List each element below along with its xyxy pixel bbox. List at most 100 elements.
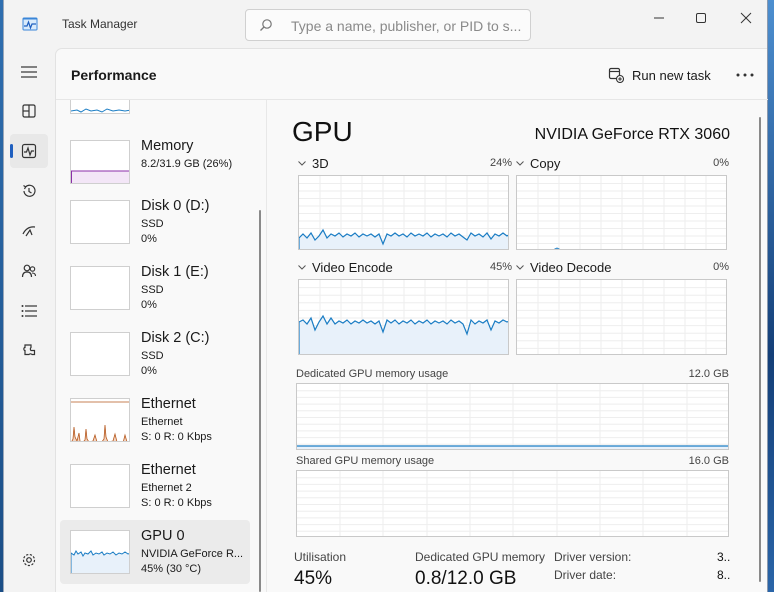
gpu-detail-panel: GPU NVIDIA GeForce RTX 3060 3D 24% Copy … xyxy=(267,100,768,592)
engine-selector-3d[interactable]: 3D xyxy=(298,156,329,171)
performance-icon xyxy=(21,143,37,159)
device-type: SSD xyxy=(141,350,164,362)
device-name: GPU 0 xyxy=(141,528,185,544)
minimize-button[interactable] xyxy=(636,8,682,28)
settings-icon xyxy=(22,553,36,567)
device-item-ethernet[interactable]: Ethernet Ethernet S: 0 R: 0 Kbps xyxy=(60,394,250,456)
more-options-icon xyxy=(736,73,754,77)
nav-services[interactable] xyxy=(10,334,48,368)
device-name: Disk 2 (C:) xyxy=(141,330,210,346)
device-name: Disk 1 (E:) xyxy=(141,264,209,280)
startup-apps-icon xyxy=(22,226,36,237)
engine-name: 3D xyxy=(312,156,329,171)
chevron-down-icon xyxy=(298,265,306,270)
services-icon xyxy=(23,344,36,356)
task-manager-window: Task Manager Type a name, publisher, or … xyxy=(3,0,768,592)
device-list-scrollbar[interactable] xyxy=(259,210,261,592)
maximize-icon xyxy=(696,13,706,23)
hamburger-icon xyxy=(21,66,37,78)
device-item-disk-0[interactable]: Disk 0 (D:) SSD 0% xyxy=(60,196,250,258)
device-item-disk-1[interactable]: Disk 1 (E:) SSD 0% xyxy=(60,262,250,324)
device-thumbnail xyxy=(70,200,130,244)
shared-memory-max: 16.0 GB xyxy=(688,455,729,467)
maximize-button[interactable] xyxy=(678,8,724,28)
dedicated-memory-label: Dedicated GPU memory usage xyxy=(296,368,449,380)
engine-graph-3d xyxy=(298,175,509,250)
run-new-task-icon xyxy=(608,67,624,83)
nav-processes[interactable] xyxy=(10,94,48,128)
device-thumbnail xyxy=(70,332,130,376)
chevron-down-icon xyxy=(298,161,306,166)
chevron-down-icon xyxy=(516,265,524,270)
engine-usage: 45% xyxy=(489,261,512,273)
nav-app-history[interactable] xyxy=(10,174,48,208)
processes-icon xyxy=(22,104,36,118)
engine-graph-copy xyxy=(516,175,727,250)
device-item-cpu[interactable] xyxy=(60,100,250,128)
engine-name: Video Decode xyxy=(530,260,612,275)
device-thumbnail xyxy=(70,398,130,442)
device-item-gpu-0[interactable]: GPU 0 NVIDIA GeForce R... 45% (30 °C) xyxy=(60,520,250,584)
device-usage: 0% xyxy=(141,299,157,311)
device-item-ethernet-2[interactable]: Ethernet Ethernet 2 S: 0 R: 0 Kbps xyxy=(60,460,250,522)
run-new-task-label: Run new task xyxy=(632,67,711,83)
desktop-background-right xyxy=(768,0,774,592)
device-detail: 8.2/31.9 GB (26%) xyxy=(141,158,233,170)
engine-graph-video-decode xyxy=(516,279,727,355)
dedicated-gpu-memory-value: 0.8/12.0 GB xyxy=(415,568,517,589)
device-name: Memory xyxy=(141,138,194,154)
nav-settings[interactable] xyxy=(10,543,48,577)
chevron-down-icon xyxy=(516,161,524,166)
engine-selector-video-encode[interactable]: Video Encode xyxy=(298,260,393,275)
more-options-button[interactable] xyxy=(732,65,758,85)
engine-name: Copy xyxy=(530,156,561,171)
engine-name: Video Encode xyxy=(312,260,393,275)
nav-menu-button[interactable] xyxy=(10,55,48,89)
device-usage: 0% xyxy=(141,233,157,245)
page-title: Performance xyxy=(71,67,157,83)
engine-usage: 24% xyxy=(489,157,512,169)
users-icon xyxy=(21,264,37,278)
details-icon xyxy=(21,305,37,317)
device-item-disk-2[interactable]: Disk 2 (C:) SSD 0% xyxy=(60,328,250,390)
device-thumbnail xyxy=(70,464,130,508)
main-content: Performance Run new task Memory 8.2/31.9 xyxy=(55,48,768,592)
device-usage: 0% xyxy=(141,365,157,377)
close-icon xyxy=(740,12,752,24)
driver-version-value: 3.. xyxy=(717,550,731,564)
utilisation-label: Utilisation xyxy=(294,550,347,564)
dedicated-gpu-memory-label: Dedicated GPU memory xyxy=(415,550,546,564)
device-type: SSD xyxy=(141,284,164,296)
device-name: Ethernet xyxy=(141,396,196,412)
search-icon xyxy=(260,19,272,31)
nav-users[interactable] xyxy=(10,254,48,288)
driver-date-label: Driver date: xyxy=(554,568,617,582)
engine-selector-copy[interactable]: Copy xyxy=(516,156,560,171)
engine-usage: 0% xyxy=(713,157,729,169)
device-name: Disk 0 (D:) xyxy=(141,198,210,214)
title-bar: Task Manager xyxy=(4,0,767,48)
utilisation-value: 45% xyxy=(294,568,333,589)
device-usage: 45% (30 °C) xyxy=(141,563,202,575)
device-adapter: Ethernet 2 xyxy=(141,482,192,494)
device-thumbnail xyxy=(70,266,130,310)
device-item-memory[interactable]: Memory 8.2/31.9 GB (26%) xyxy=(60,136,250,198)
device-thumbnail xyxy=(70,140,130,184)
search-box[interactable] xyxy=(245,9,531,41)
engine-selector-video-decode[interactable]: Video Decode xyxy=(516,260,611,275)
run-new-task-button[interactable]: Run new task xyxy=(608,62,711,88)
search-input[interactable] xyxy=(291,16,521,36)
device-thumbnail xyxy=(70,100,130,114)
gpu-model: NVIDIA GeForce RTX 3060 xyxy=(534,126,730,143)
minimize-icon xyxy=(654,17,664,19)
detail-scrollbar[interactable] xyxy=(759,117,761,582)
device-model: NVIDIA GeForce R... xyxy=(141,548,244,560)
dedicated-memory-max: 12.0 GB xyxy=(688,368,729,380)
shared-memory-graph xyxy=(296,470,729,537)
nav-details[interactable] xyxy=(10,294,48,328)
close-button[interactable] xyxy=(723,8,769,28)
device-adapter: Ethernet xyxy=(141,416,183,428)
task-manager-app-icon xyxy=(22,17,38,31)
nav-performance[interactable] xyxy=(10,134,48,168)
nav-startup-apps[interactable] xyxy=(10,214,48,248)
